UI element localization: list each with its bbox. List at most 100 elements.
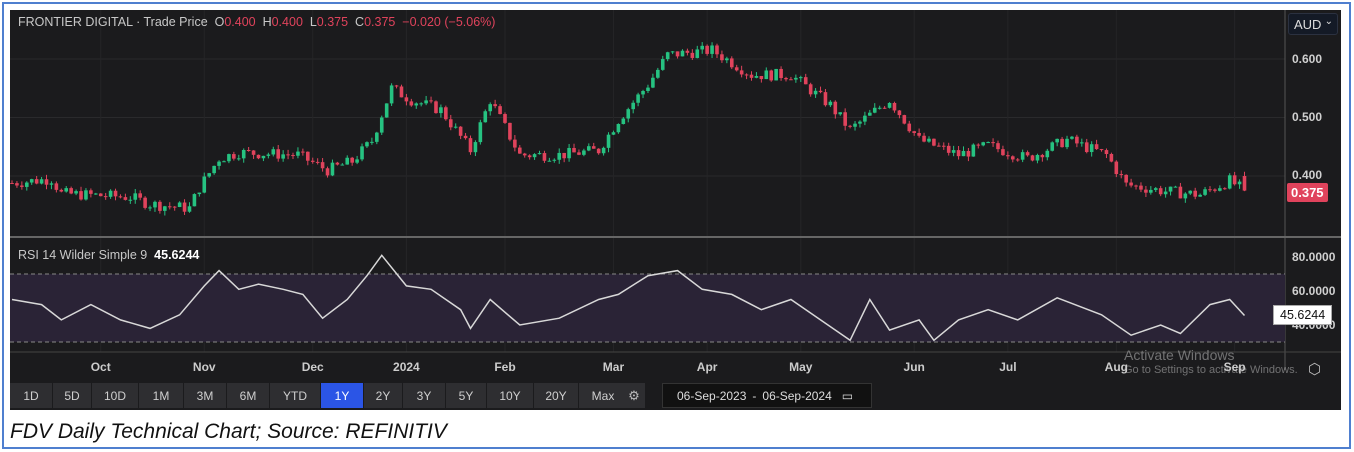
candle-body [868, 112, 872, 116]
candle-body [1163, 191, 1168, 195]
candle-body [94, 193, 98, 195]
range-button-5d[interactable]: 5D [53, 383, 91, 408]
range-button-3m[interactable]: 3M [184, 383, 226, 408]
range-button-1m[interactable]: 1M [139, 383, 183, 408]
candle-body [24, 182, 29, 187]
candle-body [1045, 150, 1050, 158]
candle-body [187, 206, 192, 212]
candle-body [108, 190, 113, 197]
candle-body [715, 45, 719, 55]
candle-body [823, 92, 828, 106]
candle-body [1153, 188, 1158, 190]
change-value: −0.020 (−5.06%) [402, 15, 496, 29]
candle-body [1213, 189, 1217, 191]
range-button-1d[interactable]: 1D [10, 383, 52, 408]
candle-body [912, 131, 916, 133]
candle-body [759, 76, 764, 80]
range-button-10y[interactable]: 10Y [487, 383, 533, 408]
candle-body [680, 50, 685, 57]
calendar-icon[interactable]: ▭ [842, 389, 853, 403]
candle-body [340, 164, 345, 166]
candle-body [473, 142, 478, 153]
candle-body [414, 103, 419, 106]
candle-body [695, 49, 700, 58]
candle-body [138, 193, 142, 198]
range-button-20y[interactable]: 20Y [534, 383, 578, 408]
candle-body [626, 109, 631, 119]
candle-body [1129, 182, 1133, 186]
candle-body [89, 190, 93, 194]
candle-body [286, 154, 290, 156]
candle-body [49, 183, 54, 185]
candle-body [394, 85, 399, 87]
currency-value: AUD [1294, 17, 1322, 32]
candle-body [1237, 181, 1242, 185]
candle-body [670, 51, 675, 53]
candle-body [301, 151, 305, 153]
candle-body [478, 122, 483, 143]
candle-body [1025, 152, 1030, 156]
candle-body [320, 162, 325, 169]
candle-body [409, 101, 414, 106]
settings-icon[interactable]: ⬡ [1308, 360, 1321, 378]
price-legend: FRONTIER DIGITAL · Trade Price O0.400 H0… [18, 15, 495, 29]
candle-body [379, 117, 384, 133]
candle-body [34, 179, 39, 184]
candle-body [562, 152, 566, 159]
date-range-picker[interactable]: 06-Sep-2023 - 06-Sep-2024 ▭ [662, 383, 872, 408]
candle-body [557, 152, 562, 160]
candle-body [532, 154, 537, 158]
candle-body [656, 69, 660, 78]
candle-body [966, 150, 971, 157]
month-label: Dec [301, 360, 324, 374]
range-button-max[interactable]: Max [579, 383, 627, 408]
candle-body [113, 190, 118, 197]
candle-body [69, 188, 73, 194]
candle-body [1134, 185, 1138, 187]
candle-body [148, 207, 152, 209]
candle-body [843, 112, 847, 126]
candle-body [1178, 186, 1183, 199]
month-label: Apr [696, 360, 718, 374]
candle-body [399, 86, 404, 98]
range-button-1y[interactable]: 1Y [321, 383, 363, 408]
candle-body [251, 150, 256, 155]
candle-body [1055, 138, 1059, 143]
candle-body [789, 79, 793, 81]
range-button-ytd[interactable]: YTD [270, 383, 320, 408]
range-toolbar: 1D 5D 10D 1M 3M 6M YTD 1Y 2Y 3Y 5Y 10Y 20Y Max [10, 383, 628, 408]
candle-body [498, 106, 502, 115]
gear-icon[interactable]: ⚙ [623, 383, 645, 408]
range-button-2y[interactable]: 2Y [364, 383, 402, 408]
month-label: Oct [90, 360, 111, 374]
currency-select[interactable]: AUD ⌄ [1288, 13, 1338, 35]
candle-body [153, 201, 157, 208]
range-button-3y[interactable]: 3Y [403, 383, 445, 408]
candle-body [310, 160, 315, 162]
candle-body [611, 132, 616, 135]
candle-body [902, 115, 907, 124]
candle-body [813, 90, 818, 95]
candle-body [1015, 159, 1020, 161]
candle-body [646, 87, 650, 92]
candle-body [769, 70, 774, 81]
candle-body [853, 123, 857, 127]
candle-body [932, 138, 936, 146]
candle-body [192, 194, 197, 207]
candle-body [799, 77, 803, 79]
candle-body [350, 157, 354, 163]
candle-body [1218, 188, 1222, 191]
range-button-6m[interactable]: 6M [227, 383, 269, 408]
candle-body [601, 147, 606, 154]
candle-body [256, 154, 261, 159]
candle-body [892, 102, 897, 111]
candle-body [453, 126, 458, 128]
candle-body [937, 145, 941, 147]
candle-body [448, 119, 453, 128]
range-button-10d[interactable]: 10D [92, 383, 138, 408]
candle-body [241, 150, 246, 159]
candle-body [1020, 152, 1025, 160]
range-button-5y[interactable]: 5Y [446, 383, 486, 408]
candle-body [1094, 144, 1099, 150]
candle-body [1040, 154, 1045, 158]
